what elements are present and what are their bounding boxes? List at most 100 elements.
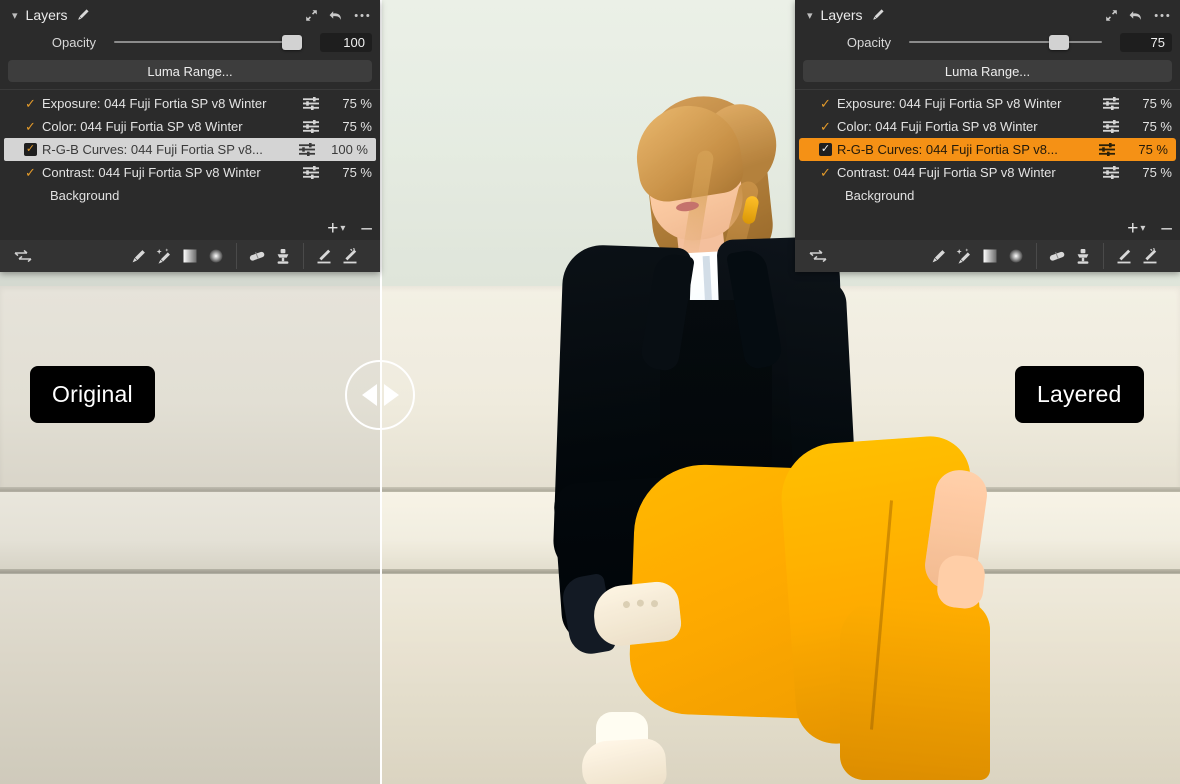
chevron-down-icon: ▾	[340, 222, 346, 234]
triangle-right-icon	[383, 384, 399, 406]
layer-name: Exposure: 044 Fuji Fortia SP v8 Winter	[837, 96, 1062, 111]
expand-arrows-icon[interactable]	[305, 9, 318, 22]
layer-list-left: ✓ Exposure: 044 Fuji Fortia SP v8 Winter…	[0, 90, 380, 207]
layer-visibility-check[interactable]: ✓	[22, 166, 39, 179]
layer-visibility-check[interactable]: ✓	[22, 120, 39, 133]
remove-layer-button[interactable]: –	[1161, 219, 1172, 238]
layer-visibility-check[interactable]: ✓	[22, 143, 39, 156]
shoe-eyelet	[622, 600, 631, 609]
erase-mask-icon[interactable]	[337, 243, 363, 269]
layer-row-rgb-curves-selected[interactable]: ✓ R-G-B Curves: 044 Fuji Fortia SP v8...…	[799, 138, 1176, 161]
layer-row-contrast[interactable]: ✓ Contrast: 044 Fuji Fortia SP v8 Winter…	[795, 161, 1180, 184]
radial-gradient-mask-icon[interactable]	[203, 243, 229, 269]
layer-row-background[interactable]: Background	[795, 184, 1180, 207]
opacity-label: Opacity	[51, 34, 96, 50]
layer-visibility-check[interactable]: ✓	[817, 97, 834, 110]
remove-layer-button[interactable]: –	[361, 219, 372, 238]
sliders-icon[interactable]	[1098, 120, 1124, 133]
yellow-trousers-lower	[840, 600, 990, 780]
more-options-icon[interactable]	[1154, 13, 1170, 18]
retouch-group	[1036, 243, 1103, 269]
chevron-down-icon: ▾	[1140, 222, 1146, 234]
brush-icon[interactable]	[125, 243, 151, 269]
layer-row-color[interactable]: ✓ Color: 044 Fuji Fortia SP v8 Winter 75…	[795, 115, 1180, 138]
erase-mask-icon[interactable]	[1137, 243, 1163, 269]
magic-brush-icon[interactable]	[951, 243, 977, 269]
app-stage: Original Layered ▾ Layers Opacity 100 Lu…	[0, 0, 1180, 784]
layer-row-rgb-curves-selected[interactable]: ✓ R-G-B Curves: 044 Fuji Fortia SP v8...…	[4, 138, 376, 161]
linear-gradient-mask-icon[interactable]	[977, 243, 1003, 269]
mask-pen-group	[1103, 243, 1170, 269]
reset-arrow-icon[interactable]	[1129, 9, 1143, 22]
opacity-value[interactable]: 100	[320, 32, 372, 52]
opacity-value[interactable]: 75	[1120, 32, 1172, 52]
layer-visibility-check[interactable]: ✓	[817, 166, 834, 179]
layers-toolbar-right	[795, 240, 1180, 272]
shoe-eyelet	[636, 599, 645, 607]
chevron-down-icon[interactable]: ▾	[12, 9, 18, 22]
layer-name: Exposure: 044 Fuji Fortia SP v8 Winter	[42, 96, 267, 111]
eraser-icon[interactable]	[244, 243, 270, 269]
layer-visibility-check[interactable]: ✓	[817, 120, 834, 133]
slider-track	[114, 41, 302, 43]
layer-options-icon[interactable]	[805, 243, 831, 269]
more-options-icon[interactable]	[354, 13, 370, 18]
add-layer-button[interactable]: + ▾	[1127, 219, 1145, 238]
slider-knob[interactable]	[282, 34, 302, 50]
sliders-icon[interactable]	[298, 120, 324, 133]
linear-gradient-mask-icon[interactable]	[177, 243, 203, 269]
opacity-slider[interactable]	[106, 33, 310, 51]
luma-range-button[interactable]: Luma Range...	[8, 60, 372, 82]
layer-opacity: 75 %	[1138, 142, 1168, 157]
layer-row-exposure[interactable]: ✓ Exposure: 044 Fuji Fortia SP v8 Winter…	[0, 92, 380, 115]
panel-header: ▾ Layers	[0, 0, 380, 30]
layer-row-color[interactable]: ✓ Color: 044 Fuji Fortia SP v8 Winter 75…	[0, 115, 380, 138]
mask-brush-group	[118, 243, 236, 269]
opacity-slider[interactable]	[901, 33, 1110, 51]
layers-toolbar-left	[0, 240, 380, 272]
layer-row-exposure[interactable]: ✓ Exposure: 044 Fuji Fortia SP v8 Winter…	[795, 92, 1180, 115]
panel-title: Layers	[25, 7, 68, 23]
layer-row-background[interactable]: Background	[0, 184, 380, 207]
draw-mask-icon[interactable]	[311, 243, 337, 269]
sliders-icon[interactable]	[294, 143, 320, 156]
opacity-row: Opacity 100	[0, 30, 380, 54]
panel-header-actions	[1105, 0, 1170, 30]
clone-stamp-icon[interactable]	[270, 243, 296, 269]
layer-name: R-G-B Curves: 044 Fuji Fortia SP v8...	[42, 142, 263, 157]
draw-mask-icon[interactable]	[1111, 243, 1137, 269]
sliders-icon[interactable]	[1094, 143, 1120, 156]
layers-panel-right: ▾ Layers Opacity 75 Luma Range... ✓ Expo…	[795, 0, 1180, 272]
layer-row-contrast[interactable]: ✓ Contrast: 044 Fuji Fortia SP v8 Winter…	[0, 161, 380, 184]
panel-title: Layers	[820, 7, 863, 23]
layer-add-remove-controls: + ▾ –	[1127, 219, 1172, 238]
layer-visibility-check[interactable]: ✓	[817, 143, 834, 156]
add-layer-button[interactable]: + ▾	[327, 219, 345, 238]
radial-gradient-mask-icon[interactable]	[1003, 243, 1029, 269]
layer-name: Color: 044 Fuji Fortia SP v8 Winter	[42, 119, 243, 134]
layer-list-right: ✓ Exposure: 044 Fuji Fortia SP v8 Winter…	[795, 90, 1180, 207]
layer-options-icon[interactable]	[10, 243, 36, 269]
expand-arrows-icon[interactable]	[1105, 9, 1118, 22]
brush-icon[interactable]	[76, 8, 90, 22]
slider-knob[interactable]	[1049, 34, 1070, 50]
brush-icon[interactable]	[871, 8, 885, 22]
layer-opacity: 75 %	[342, 165, 372, 180]
magic-brush-icon[interactable]	[151, 243, 177, 269]
sliders-icon[interactable]	[1098, 97, 1124, 110]
sliders-icon[interactable]	[298, 166, 324, 179]
eraser-icon[interactable]	[1044, 243, 1070, 269]
sliders-icon[interactable]	[1098, 166, 1124, 179]
reset-arrow-icon[interactable]	[329, 9, 343, 22]
luma-range-button[interactable]: Luma Range...	[803, 60, 1172, 82]
brush-icon[interactable]	[925, 243, 951, 269]
layer-visibility-check[interactable]: ✓	[22, 97, 39, 110]
layers-panel-left: ▾ Layers Opacity 100 Luma Range... ✓ Exp…	[0, 0, 380, 272]
comparison-slider-handle[interactable]	[345, 360, 415, 430]
opacity-label: Opacity	[846, 34, 891, 50]
clone-stamp-icon[interactable]	[1070, 243, 1096, 269]
panel-header-actions	[305, 0, 370, 30]
sliders-icon[interactable]	[298, 97, 324, 110]
mask-brush-group	[918, 243, 1036, 269]
chevron-down-icon[interactable]: ▾	[807, 9, 813, 22]
